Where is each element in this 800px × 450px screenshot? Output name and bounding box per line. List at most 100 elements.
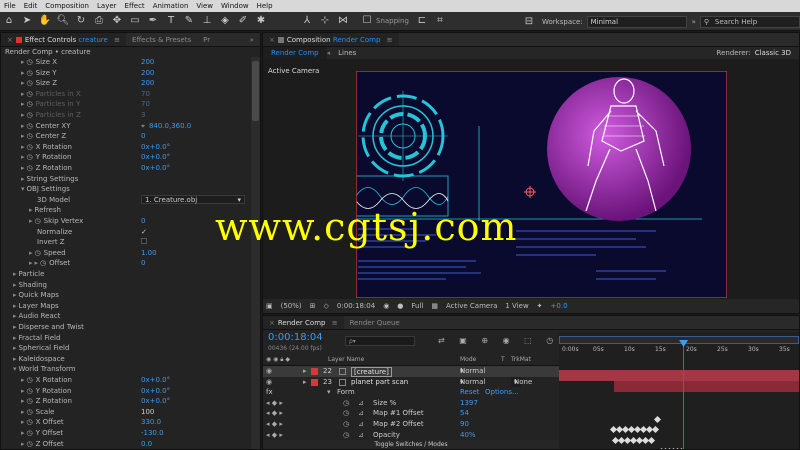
stopwatch-icon[interactable]: ◷ bbox=[343, 408, 349, 419]
effect-property-row[interactable]: ▸ Spherical Field bbox=[1, 343, 251, 354]
renderer-value[interactable]: Classic 3D bbox=[755, 49, 791, 57]
subtab-lines[interactable]: Lines bbox=[330, 47, 364, 59]
effect-property-value[interactable]: ⌖ 840.0,360.0 bbox=[141, 121, 191, 132]
axis-view-icon[interactable]: ⋈ bbox=[336, 14, 350, 28]
triangle-right-icon[interactable]: ▸ bbox=[21, 69, 25, 77]
effect-property-value[interactable]: 0x+0.0° bbox=[141, 163, 170, 174]
timeline-graph[interactable]: 0:00s 05s 10s 15s 20s 25s 30s 35s bbox=[559, 332, 799, 449]
home-icon[interactable]: ⌂ bbox=[2, 14, 16, 28]
effect-property-value[interactable]: 200 bbox=[141, 68, 154, 79]
effect-property-value[interactable]: 0x+0.0° bbox=[141, 396, 170, 407]
effect-property-row[interactable]: ▾ OBJ Settings bbox=[1, 184, 251, 195]
stopwatch-icon[interactable]: ◷ bbox=[27, 440, 33, 448]
effect-property-row[interactable]: ▸ Kaleidospace bbox=[1, 354, 251, 365]
effect-property-row[interactable]: ▸ ◷ Center XY ⌖ 840.0,360.0 bbox=[1, 121, 251, 132]
region-icon[interactable]: ▦ bbox=[431, 302, 438, 310]
triangle-right-icon[interactable]: ▸ bbox=[13, 302, 17, 310]
mask-icon[interactable]: ◇ bbox=[324, 302, 329, 310]
effect-property-row[interactable]: ▸ ◷ Y Rotation 0x+0.0° bbox=[1, 152, 251, 163]
effect-property-row[interactable]: ▸ Particle bbox=[1, 269, 251, 280]
triangle-right-icon[interactable]: ▸ bbox=[29, 206, 33, 214]
effect-property-row[interactable]: ▾ World Transform bbox=[1, 364, 251, 375]
stopwatch-icon[interactable]: ◷ bbox=[27, 69, 33, 77]
triangle-right-icon[interactable]: ▸ bbox=[21, 143, 25, 151]
effect-property-row[interactable]: ▸ ◷ Scale 100 bbox=[1, 407, 251, 418]
layer-name[interactable]: planet part scan bbox=[351, 377, 408, 388]
panel-expand-icon[interactable]: » bbox=[244, 33, 260, 46]
triangle-right-icon[interactable]: ▸ bbox=[35, 259, 39, 267]
triangle-right-icon[interactable]: ▸ bbox=[21, 100, 25, 108]
effect-property-value[interactable]: 0 bbox=[141, 216, 145, 227]
triangle-right-icon[interactable]: ▸ bbox=[13, 344, 17, 352]
effect-property-row[interactable]: ▸ Layer Maps bbox=[1, 301, 251, 312]
effect-property-value[interactable]: 100 bbox=[141, 407, 154, 418]
property-value[interactable]: 54 bbox=[460, 408, 469, 419]
hand-tool-icon[interactable]: ✋ bbox=[38, 14, 52, 28]
keyframe-nav-icon[interactable]: ◂ ◆ ▸ bbox=[266, 398, 283, 409]
close-icon[interactable]: × bbox=[7, 36, 13, 44]
timeline-search-input[interactable]: ρ▾ bbox=[345, 336, 415, 346]
triangle-right-icon[interactable]: ▸ bbox=[13, 323, 17, 331]
stopwatch-icon[interactable]: ◷ bbox=[35, 217, 41, 225]
triangle-right-icon[interactable]: ▸ bbox=[13, 291, 17, 299]
stopwatch-icon[interactable]: ◷ bbox=[27, 58, 33, 66]
graph-icon[interactable]: ⊿ bbox=[358, 398, 364, 409]
subtab-render-comp[interactable]: Render Comp bbox=[263, 47, 327, 59]
rectangle-tool-icon[interactable]: ▭ bbox=[128, 14, 142, 28]
effect-property-row[interactable]: ▸ Refresh bbox=[1, 205, 251, 216]
pan-behind-tool-icon[interactable]: ✥ bbox=[110, 14, 124, 28]
reset-link[interactable]: Reset bbox=[460, 387, 480, 398]
menu-item-effect[interactable]: Effect bbox=[121, 0, 149, 12]
timeline-layer-row[interactable]: ◉ ▸ 23 planet part scan Normal ▾ None ▾ bbox=[263, 376, 559, 388]
property-value[interactable]: 1397 bbox=[460, 398, 478, 409]
effect-property-value[interactable] bbox=[141, 237, 147, 248]
pen-tool-icon[interactable]: ✒ bbox=[146, 14, 160, 28]
triangle-right-icon[interactable]: ▸ bbox=[13, 355, 17, 363]
toggle-panels-icon[interactable]: ⊟ bbox=[522, 15, 536, 29]
effect-property-row[interactable]: ▸ Quick Maps bbox=[1, 290, 251, 301]
keyframe-marker[interactable] bbox=[653, 415, 662, 424]
effect-controls-scrollbar[interactable] bbox=[251, 57, 260, 449]
snap-option2-icon[interactable]: ⌗ bbox=[433, 14, 447, 28]
snapping-checkbox-icon[interactable]: ☐ bbox=[360, 14, 374, 28]
graph-icon[interactable]: ⊿ bbox=[358, 419, 364, 430]
effect-property-value[interactable]: 70 bbox=[141, 89, 150, 100]
trkmat-select[interactable]: None ▾ bbox=[511, 376, 532, 388]
triangle-right-icon[interactable]: ▸ bbox=[21, 397, 25, 405]
menu-item-file[interactable]: File bbox=[0, 0, 20, 12]
stopwatch-icon[interactable]: ◷ bbox=[343, 419, 349, 430]
snapshot-icon[interactable]: ▣ bbox=[266, 302, 273, 310]
effect-property-value[interactable]: 200 bbox=[141, 57, 154, 68]
effect-property-row[interactable]: ▸ ◷ Size Z 200 bbox=[1, 78, 251, 89]
triangle-right-icon[interactable]: ▸ bbox=[21, 376, 25, 384]
effect-property-row[interactable]: ▸ ◷ Speed 1.00 bbox=[1, 248, 251, 259]
effect-property-value[interactable]: 3 bbox=[141, 110, 145, 121]
triangle-right-icon[interactable]: ▸ bbox=[21, 440, 25, 448]
fx-icon[interactable]: fx bbox=[266, 387, 273, 398]
roto-brush-tool-icon[interactable]: ✐ bbox=[236, 14, 250, 28]
effect-property-value[interactable]: 200 bbox=[141, 78, 154, 89]
menu-item-window[interactable]: Window bbox=[217, 0, 253, 12]
layer-mode-select[interactable]: Normal ▾ bbox=[460, 366, 485, 377]
triangle-right-icon[interactable]: ▸ bbox=[21, 408, 25, 416]
view-select[interactable]: Active Camera bbox=[446, 302, 497, 310]
triangle-right-icon[interactable]: ▸ bbox=[21, 429, 25, 437]
effect-property-value[interactable]: 0 bbox=[141, 131, 145, 142]
effect-property-value[interactable]: 1.00 bbox=[141, 248, 157, 259]
keyframe-marker[interactable] bbox=[651, 425, 660, 434]
resolution-select[interactable]: Full bbox=[411, 302, 423, 310]
keyframe-nav-icon[interactable]: ◂ ◆ ▸ bbox=[266, 419, 283, 430]
camera-tool-icon[interactable]: ⎙ bbox=[92, 14, 106, 28]
stopwatch-icon[interactable]: ◷ bbox=[27, 90, 33, 98]
effect-property-value[interactable]: -130.0 bbox=[141, 428, 164, 439]
effect-property-value[interactable]: 0x+0.0° bbox=[141, 375, 170, 386]
layer-name-column[interactable]: Layer Name bbox=[328, 356, 364, 363]
stopwatch-icon[interactable]: ◷ bbox=[343, 398, 349, 409]
effect-property-row[interactable]: ▸ ◷ Z Rotation 0x+0.0° bbox=[1, 396, 251, 407]
effect-property-row[interactable]: ▸ Audio React bbox=[1, 311, 251, 322]
tab-effect-controls[interactable]: × Effect Controls creature ≡ bbox=[1, 33, 126, 46]
panel-menu-icon[interactable]: ≡ bbox=[114, 36, 120, 44]
snap-option-icon[interactable]: ⊏ bbox=[415, 14, 429, 28]
triangle-right-icon[interactable]: ▸ bbox=[21, 111, 25, 119]
triangle-right-icon[interactable]: ▸ bbox=[21, 164, 25, 172]
